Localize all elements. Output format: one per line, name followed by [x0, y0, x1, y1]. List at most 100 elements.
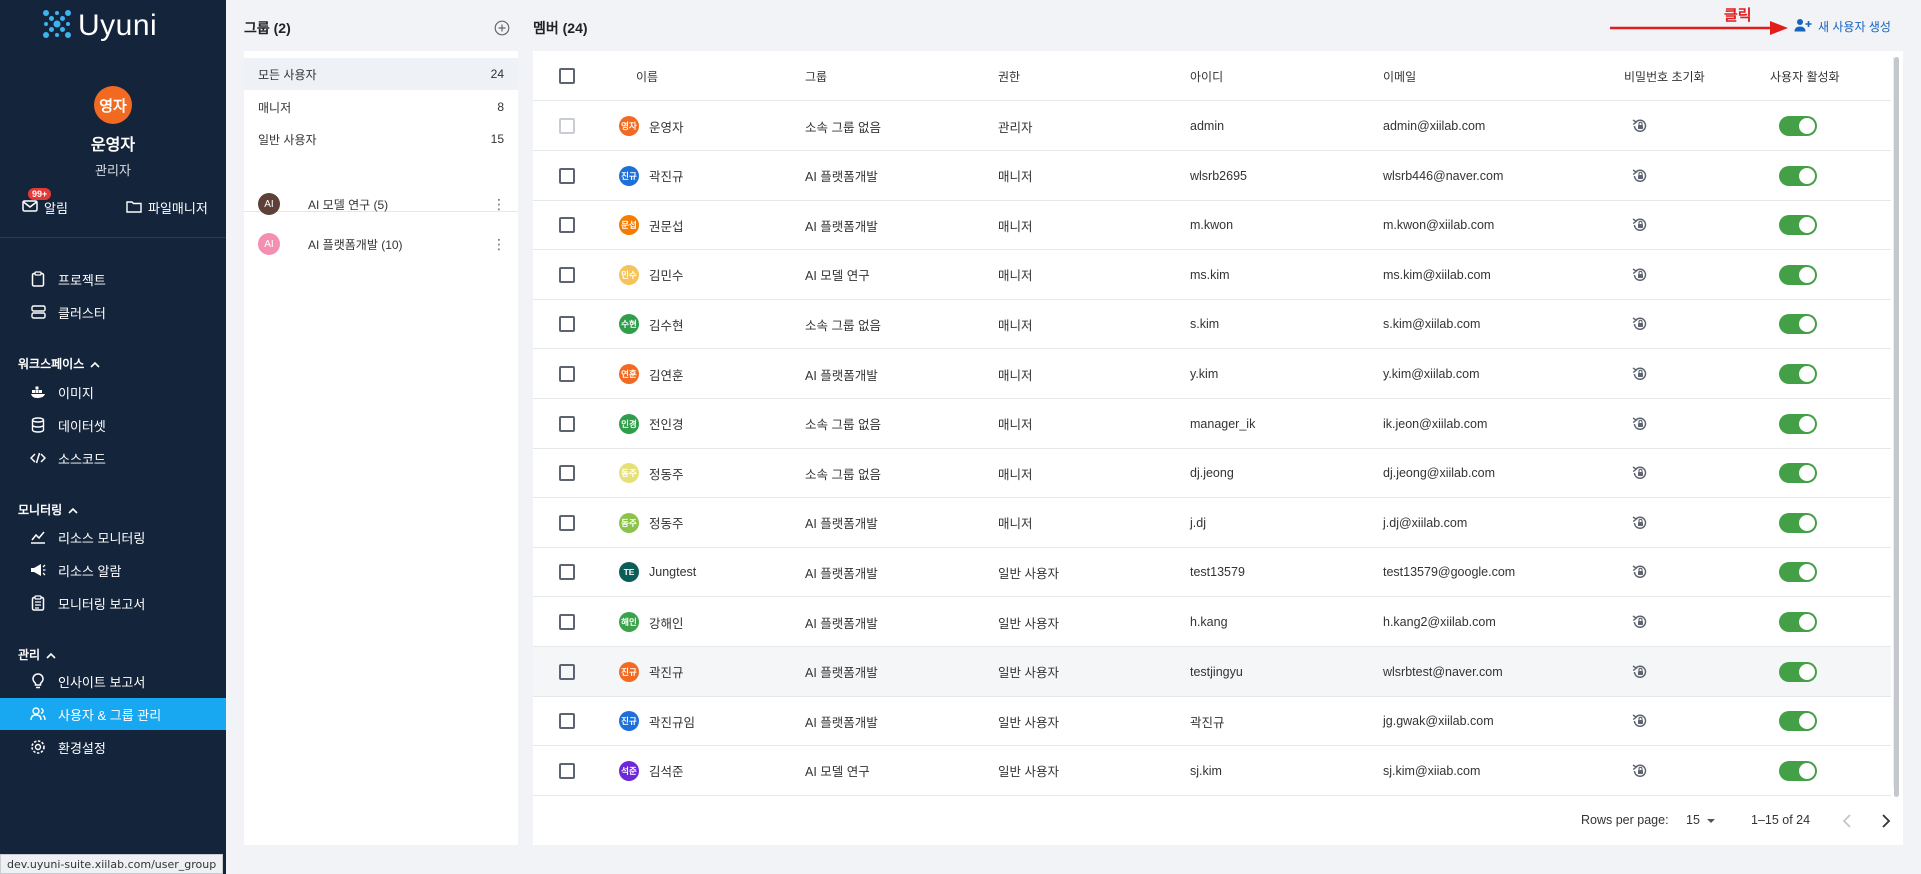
logo[interactable]: Uyuni	[42, 8, 157, 44]
toggle-switch[interactable]	[1779, 314, 1817, 335]
section-workspace[interactable]: 워크스페이스	[18, 355, 100, 372]
password-reset-button[interactable]	[1631, 200, 1649, 250]
group-item[interactable]: AI AI 모델 연구 (5) ⋮	[244, 188, 518, 220]
sidebar-item-insight-report[interactable]: 인사이트 보고서	[0, 665, 226, 697]
column-header-id[interactable]: 아이디	[1190, 51, 1223, 101]
password-reset-button[interactable]	[1631, 250, 1649, 300]
password-reset-button[interactable]	[1631, 101, 1649, 151]
column-header-role[interactable]: 권한	[998, 51, 1020, 101]
sidebar-item-cluster[interactable]: 클러스터	[0, 296, 226, 328]
user-active-toggle[interactable]	[1779, 547, 1817, 597]
toggle-switch[interactable]	[1779, 116, 1817, 136]
avatar[interactable]: 영자	[94, 86, 132, 124]
filter-all-users[interactable]: 모든 사용자 24	[244, 58, 518, 90]
next-page-button[interactable]	[1881, 814, 1891, 831]
more-vertical-icon[interactable]: ⋮	[492, 236, 506, 253]
notifications-button[interactable]: 99+ 알림	[22, 188, 68, 217]
user-active-toggle[interactable]	[1779, 299, 1817, 349]
sidebar-item-dataset[interactable]: 데이터셋	[0, 409, 226, 441]
toggle-switch[interactable]	[1779, 413, 1817, 434]
user-active-toggle[interactable]	[1779, 250, 1817, 300]
row-checkbox[interactable]	[559, 415, 575, 432]
table-row[interactable]: 진규 곽진규 AI 플랫폼개발 일반 사용자 testjingyu wlsrbtest@n…	[533, 646, 1891, 697]
sidebar-item-image[interactable]: 이미지	[0, 376, 226, 408]
toggle-switch[interactable]	[1779, 364, 1817, 384]
user-active-toggle[interactable]	[1779, 349, 1817, 399]
user-active-toggle[interactable]	[1779, 151, 1817, 201]
filter-managers[interactable]: 매니저 8	[244, 91, 518, 123]
user-active-toggle[interactable]	[1779, 200, 1817, 250]
filter-general-users[interactable]: 일반 사용자 15	[244, 123, 518, 155]
user-active-toggle[interactable]	[1779, 597, 1817, 647]
row-checkbox[interactable]	[559, 514, 575, 531]
toggle-switch[interactable]	[1779, 463, 1817, 484]
table-row[interactable]: 문섭 권문섭 AI 플랫폼개발 매니저 m.kwon m.kwon@xiilab.com	[533, 200, 1891, 251]
user-active-toggle[interactable]	[1779, 647, 1817, 697]
user-active-toggle[interactable]	[1779, 399, 1817, 449]
table-row[interactable]: 수현 김수현 소속 그룹 없음 매니저 s.kim s.kim@xiilab.com	[533, 299, 1891, 350]
user-active-toggle[interactable]	[1779, 448, 1817, 498]
user-active-toggle[interactable]	[1779, 696, 1817, 746]
toggle-switch[interactable]	[1779, 215, 1817, 236]
sidebar-item-user-group-management[interactable]: 사용자 & 그룹 관리	[0, 698, 226, 730]
table-row[interactable]: 인경 전인경 소속 그룹 없음 매니저 manager_ik ik.jeon@xiilab…	[533, 399, 1891, 449]
table-row[interactable]: 동주 정동주 소속 그룹 없음 매니저 dj.jeong dj.jeong@xiilab.…	[533, 448, 1891, 499]
table-row[interactable]: TE Jungtest AI 플랫폼개발 일반 사용자 test13579 test135…	[533, 547, 1891, 598]
sidebar-item-resource-monitoring[interactable]: 리소스 모니터링	[0, 521, 226, 553]
toggle-switch[interactable]	[1779, 612, 1817, 632]
toggle-switch[interactable]	[1779, 760, 1817, 781]
password-reset-button[interactable]	[1631, 647, 1649, 697]
password-reset-button[interactable]	[1631, 349, 1649, 399]
password-reset-button[interactable]	[1631, 498, 1649, 548]
row-checkbox[interactable]	[559, 564, 575, 581]
password-reset-button[interactable]	[1631, 151, 1649, 201]
toggle-switch[interactable]	[1779, 562, 1817, 583]
sidebar-item-sourcecode[interactable]: 소스코드	[0, 442, 226, 474]
row-checkbox[interactable]	[559, 217, 575, 234]
section-management[interactable]: 관리	[18, 646, 56, 663]
section-monitoring[interactable]: 모니터링	[18, 501, 78, 518]
more-vertical-icon[interactable]: ⋮	[492, 196, 506, 213]
table-row[interactable]: 민수 김민수 AI 모델 연구 매니저 ms.kim ms.kim@xiilab.com	[533, 250, 1891, 300]
add-group-button[interactable]	[494, 20, 510, 41]
sidebar-item-monitoring-report[interactable]: 모니터링 보고서	[0, 587, 226, 619]
sidebar-item-project[interactable]: 프로젝트	[0, 263, 226, 295]
table-row[interactable]: 진규 곽진규 AI 플랫폼개발 매니저 wlsrb2695 wlsrb446@naver.…	[533, 151, 1891, 201]
password-reset-button[interactable]	[1631, 448, 1649, 498]
row-checkbox[interactable]	[559, 316, 575, 333]
sidebar-item-resource-alarm[interactable]: 리소스 알람	[0, 554, 226, 586]
toggle-switch[interactable]	[1779, 661, 1817, 682]
password-reset-button[interactable]	[1631, 399, 1649, 449]
row-checkbox[interactable]	[559, 366, 575, 382]
password-reset-button[interactable]	[1631, 547, 1649, 597]
row-checkbox[interactable]	[559, 266, 575, 283]
user-active-toggle[interactable]	[1779, 101, 1817, 151]
row-checkbox[interactable]	[559, 167, 575, 184]
row-checkbox[interactable]	[559, 762, 575, 779]
password-reset-button[interactable]	[1631, 299, 1649, 349]
table-row[interactable]: 연훈 김연훈 AI 플랫폼개발 매니저 y.kim y.kim@xiilab.com	[533, 349, 1891, 399]
select-all-checkbox[interactable]	[559, 68, 575, 84]
toggle-switch[interactable]	[1779, 165, 1817, 186]
column-header-group[interactable]: 그룹	[805, 51, 827, 101]
password-reset-button[interactable]	[1631, 746, 1649, 796]
table-row[interactable]: 진규 곽진규임 AI 플랫폼개발 일반 사용자 곽진규 jg.gwak@xiilab.co…	[533, 696, 1891, 747]
table-row[interactable]: 동주 정동주 AI 플랫폼개발 매니저 j.dj j.dj@xiilab.com	[533, 498, 1891, 548]
password-reset-button[interactable]	[1631, 696, 1649, 746]
row-checkbox[interactable]	[559, 713, 575, 730]
scrollbar-thumb[interactable]	[1894, 57, 1899, 797]
toggle-switch[interactable]	[1779, 264, 1817, 285]
sidebar-item-settings[interactable]: 환경설정	[0, 731, 226, 763]
toggle-switch[interactable]	[1779, 512, 1817, 533]
column-header-name[interactable]: 이름	[636, 51, 658, 101]
user-active-toggle[interactable]	[1779, 498, 1817, 548]
row-checkbox[interactable]	[559, 465, 575, 482]
rows-per-page-select[interactable]: 15	[1686, 813, 1716, 827]
row-checkbox[interactable]	[559, 614, 575, 630]
user-active-toggle[interactable]	[1779, 746, 1817, 796]
toggle-switch[interactable]	[1779, 711, 1817, 732]
password-reset-button[interactable]	[1631, 597, 1649, 647]
table-row[interactable]: 해인 강해인 AI 플랫폼개발 일반 사용자 h.kang h.kang2@xiilab.…	[533, 597, 1891, 647]
column-header-email[interactable]: 이메일	[1383, 51, 1416, 101]
table-row[interactable]: 영자 운영자 소속 그룹 없음 관리자 admin admin@xiilab.com	[533, 101, 1891, 151]
